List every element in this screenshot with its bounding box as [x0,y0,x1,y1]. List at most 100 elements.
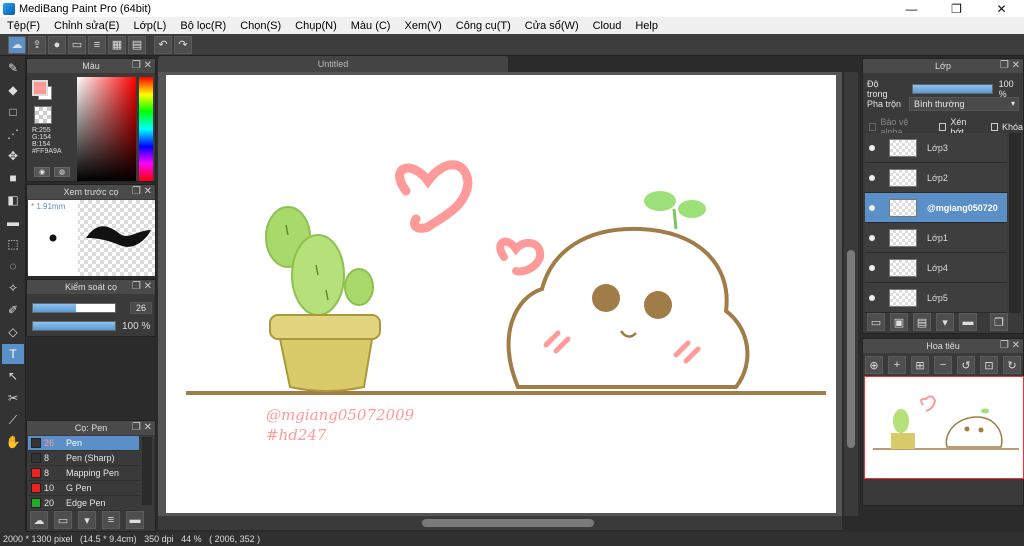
brush-list-item[interactable]: 8 Pen (Sharp) [28,451,139,466]
zoom-in-icon[interactable]: + [888,356,906,374]
menu-view[interactable]: Xem(V) [397,20,448,32]
visibility-eye-icon[interactable] [865,264,879,271]
minimize-button[interactable]: — [889,0,934,17]
lasso-tool-icon[interactable]: ◌ [2,256,24,276]
menu-file[interactable]: Tệp(F) [0,20,47,32]
new-layer-icon[interactable]: ▭ [867,313,885,331]
dot-tool-icon[interactable]: ⋰ [2,124,24,144]
upload-icon[interactable]: ⇪ [28,35,46,54]
reset-view-icon[interactable]: ⊡ [980,356,998,374]
hand-tool-icon[interactable]: ✋ [2,432,24,452]
saturation-value-picker[interactable] [77,77,136,181]
panel-close-icon[interactable]: ❐ ✕ [132,60,152,71]
brush-menu-icon[interactable]: ▾ [78,511,96,529]
layer-row[interactable]: @mgiang050720 [865,193,1007,223]
magic-wand-tool-icon[interactable]: ✧ [2,278,24,298]
new-8bit-layer-icon[interactable]: ▤ [913,313,931,331]
blend-mode-select[interactable]: Bình thường ▾ [909,97,1020,111]
grid-icon[interactable]: ▦ [108,35,126,54]
eraser-tool-icon[interactable]: ◆ [2,80,24,100]
layer-list-scrollbar[interactable] [1009,133,1021,313]
layer-opacity-slider[interactable] [912,84,993,94]
brush-list-item[interactable]: 8 Mapping Pen [28,466,139,481]
select-pen-tool-icon[interactable]: ✐ [2,300,24,320]
new-halftone-layer-icon[interactable]: ▣ [890,313,908,331]
document-tab[interactable]: Untitled [158,56,508,72]
lock-checkbox[interactable] [990,123,998,131]
layer-menu-icon[interactable]: ▾ [936,313,954,331]
menu-select[interactable]: Chọn(S) [233,20,288,32]
gradient-tool-icon[interactable]: ▬ [2,212,24,232]
redo-icon[interactable]: ↷ [174,35,192,54]
menu-tools[interactable]: Công cụ(T) [449,20,518,32]
rotate-right-icon[interactable]: ↻ [1003,356,1021,374]
move-tool-icon[interactable]: ✥ [2,146,24,166]
rotate-left-icon[interactable]: ↺ [957,356,975,374]
layer-folder-icon[interactable]: ▬ [959,313,977,331]
menu-edit[interactable]: Chỉnh sửa(E) [47,20,126,32]
close-button[interactable]: ✕ [979,0,1024,17]
protect-alpha-checkbox[interactable] [869,123,877,131]
cloud-icon[interactable]: ☁ [8,35,26,54]
visibility-eye-icon[interactable] [865,294,879,301]
menu-cloud[interactable]: Cloud [586,20,629,32]
new-brush-icon[interactable]: ▭ [54,511,72,529]
operation-tool-icon[interactable]: ↖ [2,366,24,386]
text-tool-icon[interactable]: T [2,344,24,364]
color-palette-button[interactable]: ◍ [54,167,70,177]
shape-tool-icon[interactable]: □ [2,102,24,122]
navigator-preview[interactable] [864,376,1024,479]
drawing-paper[interactable]: @mgiang05072009 #hd247 [166,75,836,513]
visibility-eye-icon[interactable] [865,144,879,151]
layer-row[interactable]: Lớp2 [865,163,1007,193]
menu-help[interactable]: Help [628,20,665,32]
panel-close-icon[interactable]: ❐ ✕ [1000,340,1020,351]
color-wheel-button[interactable]: ◉ [34,167,50,177]
zoom-out-icon[interactable]: − [934,356,952,374]
visibility-eye-icon[interactable] [865,174,879,181]
menu-filter[interactable]: Bộ lọc(R) [173,20,233,32]
duplicate-layer-icon[interactable]: ❐ [990,313,1008,331]
menu-window[interactable]: Cửa sổ(W) [518,20,586,32]
zoom-icon[interactable]: ⊕ [865,356,883,374]
maximize-button[interactable]: ❐ [934,0,979,17]
layer-row[interactable]: Lớp1 [865,223,1007,253]
brush-folder-icon[interactable]: ▬ [126,511,144,529]
panel-close-icon[interactable]: ❐ ✕ [132,281,152,292]
brush-list-item[interactable]: 26 Pen [28,436,139,451]
canvas-horizontal-scrollbar[interactable] [158,516,842,530]
visibility-eye-icon[interactable] [865,204,879,211]
brush-size-slider[interactable] [32,303,116,313]
horizontal-scroll-thumb[interactable] [422,519,594,527]
brush-settings-icon[interactable]: ≡ [102,511,120,529]
layer-row[interactable]: Lớp3 [865,133,1007,163]
visibility-eye-icon[interactable] [865,234,879,241]
note-icon[interactable]: ≡ [88,35,106,54]
panel-close-icon[interactable]: ❐ ✕ [132,422,152,433]
hue-slider[interactable] [139,77,153,181]
bucket-tool-icon[interactable]: ◧ [2,190,24,210]
panel-close-icon[interactable]: ❐ ✕ [132,186,152,197]
fit-icon[interactable]: ⊞ [911,356,929,374]
layer-row[interactable]: Lớp5 [865,283,1007,313]
menu-snap[interactable]: Chụp(N) [288,20,344,32]
brush-list-scrollbar[interactable] [142,437,152,505]
chat-icon[interactable]: ● [48,35,66,54]
menu-layer[interactable]: Lớp(L) [126,20,173,32]
foreground-color-swatch[interactable] [32,80,48,96]
select-eraser-tool-icon[interactable]: ◇ [2,322,24,342]
apps-icon[interactable]: ▤ [128,35,146,54]
transparent-color-swatch[interactable] [34,106,52,124]
brush-list-item[interactable]: 10 G Pen [28,481,139,496]
divide-tool-icon[interactable]: ✂ [2,388,24,408]
page-icon[interactable]: ▭ [68,35,86,54]
canvas-vertical-scrollbar[interactable] [844,72,858,516]
brush-opacity-slider[interactable] [32,321,116,331]
brush-tool-icon[interactable]: ✎ [2,58,24,78]
undo-icon[interactable]: ↶ [154,35,172,54]
eyedropper-tool-icon[interactable]: ⟋ [2,410,24,430]
brush-list-item[interactable]: 20 Edge Pen [28,496,139,511]
canvas-area[interactable]: @mgiang05072009 #hd247 [158,72,842,516]
brush-size-value[interactable]: 26 [130,302,152,314]
clipping-checkbox[interactable] [938,123,947,131]
